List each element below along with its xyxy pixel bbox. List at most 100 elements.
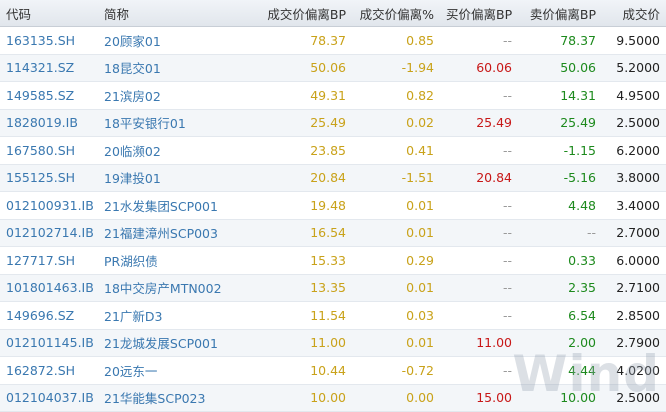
table-row[interactable]: 127717.SH PR湖织债 15.33 0.29 -- 0.33 6.0000 bbox=[0, 246, 666, 275]
code-cell: 127717.SH bbox=[0, 246, 98, 275]
deal-bp-cell: 20.84 bbox=[248, 164, 352, 192]
code-cell: 149585.SZ bbox=[0, 81, 98, 110]
name-cell: 21广新D3 bbox=[98, 301, 248, 330]
bid-bp-cell: -- bbox=[440, 246, 518, 275]
code-cell: 163135.SH bbox=[0, 26, 98, 55]
deal-bp-cell: 19.48 bbox=[248, 191, 352, 220]
deal-pct-cell: 0.00 bbox=[352, 384, 440, 412]
price-cell: 5.2000 bbox=[602, 54, 666, 82]
ask-bp-cell: 2.35 bbox=[518, 274, 602, 302]
ask-bp-cell: 6.54 bbox=[518, 301, 602, 330]
column-header-deal-bp[interactable]: 成交价偏离BP bbox=[248, 0, 352, 27]
table-row[interactable]: 149696.SZ 21广新D3 11.54 0.03 -- 6.54 2.8500 bbox=[0, 301, 666, 330]
table-row[interactable]: 114321.SZ 18昆交01 50.06 -1.94 60.06 50.06 5.200… bbox=[0, 54, 666, 82]
name-cell: 18中交房产MTN002 bbox=[98, 274, 248, 302]
name-cell: 20顾家01 bbox=[98, 26, 248, 55]
deal-bp-cell: 10.00 bbox=[248, 384, 352, 412]
deal-bp-cell: 16.54 bbox=[248, 219, 352, 247]
ask-bp-cell: 25.49 bbox=[518, 109, 602, 137]
price-cell: 2.7100 bbox=[602, 274, 666, 302]
table-row[interactable]: 101801463.IB 18中交房产MTN002 13.35 0.01 -- 2.35 2… bbox=[0, 274, 666, 302]
deal-bp-cell: 13.35 bbox=[248, 274, 352, 302]
bid-bp-cell: 25.49 bbox=[440, 109, 518, 137]
deal-bp-cell: 78.37 bbox=[248, 26, 352, 55]
price-cell: 6.0000 bbox=[602, 246, 666, 275]
column-header-price[interactable]: 成交价 bbox=[602, 0, 666, 27]
deal-pct-cell: 0.29 bbox=[352, 246, 440, 275]
name-cell: 20远东一 bbox=[98, 356, 248, 385]
bid-bp-cell: -- bbox=[440, 136, 518, 165]
deal-pct-cell: -1.94 bbox=[352, 54, 440, 82]
price-cell: 2.5000 bbox=[602, 109, 666, 137]
table-row[interactable]: 1828019.IB 18平安银行01 25.49 0.02 25.49 25.49 2.5… bbox=[0, 109, 666, 137]
bid-bp-cell: 11.00 bbox=[440, 329, 518, 357]
code-cell: 012102714.IB bbox=[0, 219, 98, 247]
deal-bp-cell: 11.54 bbox=[248, 301, 352, 330]
deal-pct-cell: 0.02 bbox=[352, 109, 440, 137]
deal-pct-cell: -0.72 bbox=[352, 356, 440, 385]
table-row[interactable]: 012102714.IB 21福建漳州SCP003 16.54 0.01 -- -- 2.7… bbox=[0, 219, 666, 247]
code-cell: 114321.SZ bbox=[0, 54, 98, 82]
column-header-deal-pct[interactable]: 成交价偏离% bbox=[352, 0, 440, 27]
ask-bp-cell: -1.15 bbox=[518, 136, 602, 165]
name-cell: 21水发集团SCP001 bbox=[98, 191, 248, 220]
bid-bp-cell: -- bbox=[440, 81, 518, 110]
deal-pct-cell: 0.82 bbox=[352, 81, 440, 110]
ask-bp-cell: 78.37 bbox=[518, 26, 602, 55]
name-cell: 18昆交01 bbox=[98, 54, 248, 82]
bid-bp-cell: -- bbox=[440, 191, 518, 220]
price-cell: 9.5000 bbox=[602, 26, 666, 55]
price-cell: 3.4000 bbox=[602, 191, 666, 220]
price-cell: 4.9500 bbox=[602, 81, 666, 110]
ask-bp-cell: 4.48 bbox=[518, 191, 602, 220]
deal-pct-cell: 0.41 bbox=[352, 136, 440, 165]
deal-pct-cell: 0.01 bbox=[352, 219, 440, 247]
bid-bp-cell: -- bbox=[440, 356, 518, 385]
deal-pct-cell: 0.03 bbox=[352, 301, 440, 330]
price-cell: 6.2000 bbox=[602, 136, 666, 165]
header-row: 代码 简称 成交价偏离BP 成交价偏离% 买价偏离BP 卖价偏离BP 成交价 bbox=[0, 0, 666, 27]
bid-bp-cell: -- bbox=[440, 219, 518, 247]
name-cell: 19津投01 bbox=[98, 164, 248, 192]
deal-bp-cell: 11.00 bbox=[248, 329, 352, 357]
ask-bp-cell: -5.16 bbox=[518, 164, 602, 192]
bid-bp-cell: -- bbox=[440, 26, 518, 55]
deal-bp-cell: 23.85 bbox=[248, 136, 352, 165]
name-cell: PR湖织债 bbox=[98, 246, 248, 275]
column-header-bid-bp[interactable]: 买价偏离BP bbox=[440, 0, 518, 27]
ask-bp-cell: 14.31 bbox=[518, 81, 602, 110]
name-cell: 21龙城发展SCP001 bbox=[98, 329, 248, 357]
column-header-code[interactable]: 代码 bbox=[0, 0, 98, 27]
table-row[interactable]: 012100931.IB 21水发集团SCP001 19.48 0.01 -- 4.48 3… bbox=[0, 191, 666, 220]
deal-bp-cell: 50.06 bbox=[248, 54, 352, 82]
code-cell: 162872.SH bbox=[0, 356, 98, 385]
code-cell: 149696.SZ bbox=[0, 301, 98, 330]
code-cell: 1828019.IB bbox=[0, 109, 98, 137]
deal-bp-cell: 10.44 bbox=[248, 356, 352, 385]
column-header-ask-bp[interactable]: 卖价偏离BP bbox=[518, 0, 602, 27]
bid-bp-cell: 15.00 bbox=[440, 384, 518, 412]
deal-pct-cell: 0.85 bbox=[352, 26, 440, 55]
bid-bp-cell: 20.84 bbox=[440, 164, 518, 192]
table-row[interactable]: 167580.SH 20临濒02 23.85 0.41 -- -1.15 6.2000 bbox=[0, 136, 666, 165]
price-cell: 3.8000 bbox=[602, 164, 666, 192]
code-cell: 101801463.IB bbox=[0, 274, 98, 302]
ask-bp-cell: 0.33 bbox=[518, 246, 602, 275]
table-row[interactable]: 155125.SH 19津投01 20.84 -1.51 20.84 -5.16 3.800… bbox=[0, 164, 666, 192]
table-row[interactable]: 163135.SH 20顾家01 78.37 0.85 -- 78.37 9.5000 bbox=[0, 26, 666, 55]
deal-bp-cell: 49.31 bbox=[248, 81, 352, 110]
column-header-name[interactable]: 简称 bbox=[98, 0, 248, 27]
deal-pct-cell: 0.01 bbox=[352, 191, 440, 220]
ask-bp-cell: -- bbox=[518, 219, 602, 247]
deal-bp-cell: 15.33 bbox=[248, 246, 352, 275]
deal-pct-cell: 0.01 bbox=[352, 274, 440, 302]
price-cell: 2.7000 bbox=[602, 219, 666, 247]
name-cell: 18平安银行01 bbox=[98, 109, 248, 137]
ask-bp-cell: 50.06 bbox=[518, 54, 602, 82]
name-cell: 21滨房02 bbox=[98, 81, 248, 110]
deal-pct-cell: -1.51 bbox=[352, 164, 440, 192]
deal-pct-cell: 0.01 bbox=[352, 329, 440, 357]
code-cell: 167580.SH bbox=[0, 136, 98, 165]
bid-bp-cell: 60.06 bbox=[440, 54, 518, 82]
table-row[interactable]: 149585.SZ 21滨房02 49.31 0.82 -- 14.31 4.9500 bbox=[0, 81, 666, 110]
